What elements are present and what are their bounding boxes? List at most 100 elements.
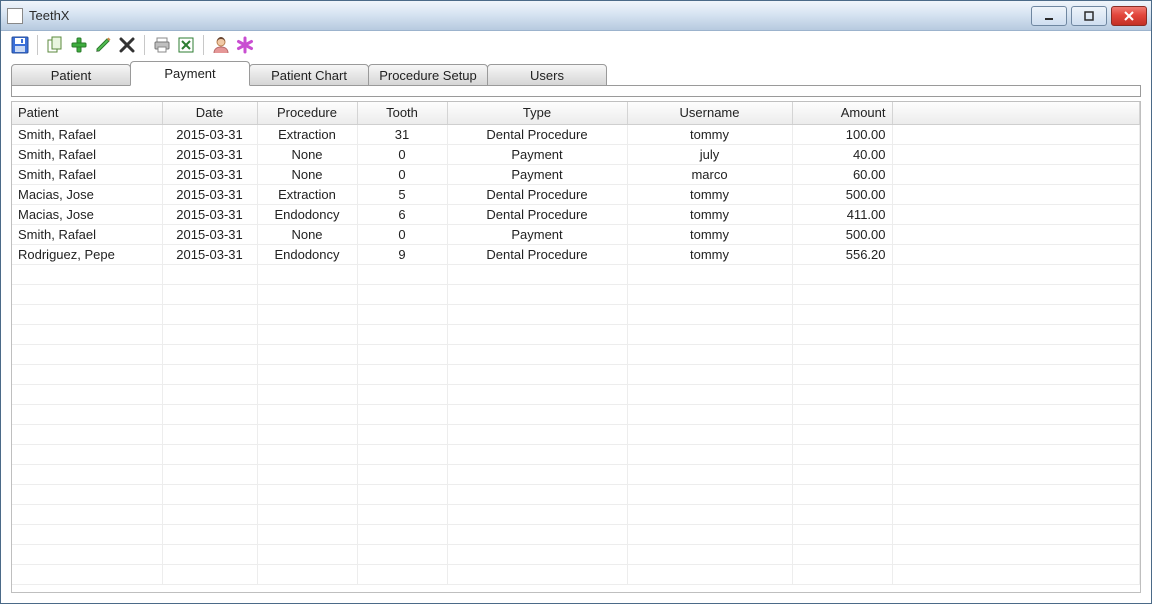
- table-row[interactable]: Rodriguez, Pepe2015-03-31Endodoncy9Denta…: [12, 244, 1140, 264]
- cell-amount: 500.00: [792, 224, 892, 244]
- cell-amount: 40.00: [792, 144, 892, 164]
- tab-content-top-box: [11, 85, 1141, 97]
- cell-type: Payment: [447, 224, 627, 244]
- data-table: Patient Date Procedure Tooth Type Userna…: [12, 102, 1140, 585]
- cell-patient: Smith, Rafael: [12, 224, 162, 244]
- header-text: Username: [680, 105, 740, 120]
- cell-procedure: None: [257, 164, 357, 184]
- col-header-type[interactable]: Type: [447, 102, 627, 124]
- table-row-empty: [12, 284, 1140, 304]
- col-header-date[interactable]: Date: [162, 102, 257, 124]
- user-button[interactable]: [210, 34, 232, 56]
- cell-date: 2015-03-31: [162, 144, 257, 164]
- maximize-icon: [1083, 10, 1095, 22]
- tab-label: Procedure Setup: [379, 68, 477, 83]
- cell-date: 2015-03-31: [162, 124, 257, 144]
- cell-patient: Smith, Rafael: [12, 164, 162, 184]
- x-icon: [118, 36, 136, 54]
- tab-label: Users: [530, 68, 564, 83]
- tab-payment[interactable]: Payment: [130, 61, 250, 86]
- tab-procedure-setup[interactable]: Procedure Setup: [368, 64, 488, 86]
- cell-type: Dental Procedure: [447, 184, 627, 204]
- col-header-tooth[interactable]: Tooth: [357, 102, 447, 124]
- table-row[interactable]: Macias, Jose2015-03-31Endodoncy6Dental P…: [12, 204, 1140, 224]
- cell-amount: 556.20: [792, 244, 892, 264]
- minimize-button[interactable]: [1031, 6, 1067, 26]
- cell-rest: [892, 124, 1140, 144]
- cell-patient: Macias, Jose: [12, 204, 162, 224]
- export-excel-button[interactable]: [175, 34, 197, 56]
- table-row[interactable]: Smith, Rafael2015-03-31None0Paymentjuly4…: [12, 144, 1140, 164]
- header-text: Type: [523, 105, 551, 120]
- cell-date: 2015-03-31: [162, 184, 257, 204]
- tab-patient-chart[interactable]: Patient Chart: [249, 64, 369, 86]
- col-header-amount[interactable]: Amount: [792, 102, 892, 124]
- cell-rest: [892, 164, 1140, 184]
- toolbar-separator: [37, 35, 38, 55]
- cell-procedure: None: [257, 224, 357, 244]
- cell-rest: [892, 184, 1140, 204]
- cell-rest: [892, 224, 1140, 244]
- save-button[interactable]: [9, 34, 31, 56]
- table-row-empty: [12, 564, 1140, 584]
- table-row-empty: [12, 444, 1140, 464]
- cell-type: Dental Procedure: [447, 204, 627, 224]
- cell-username: tommy: [627, 224, 792, 244]
- tab-patient[interactable]: Patient: [11, 64, 131, 86]
- add-button[interactable]: [68, 34, 90, 56]
- col-header-username[interactable]: Username: [627, 102, 792, 124]
- table-row-empty: [12, 344, 1140, 364]
- table-row[interactable]: Smith, Rafael2015-03-31Extraction31Denta…: [12, 124, 1140, 144]
- table-row-empty: [12, 404, 1140, 424]
- cell-tooth: 9: [357, 244, 447, 264]
- cell-rest: [892, 204, 1140, 224]
- header-text: Date: [196, 105, 223, 120]
- table-row[interactable]: Macias, Jose2015-03-31Extraction5Dental …: [12, 184, 1140, 204]
- tab-label: Patient Chart: [271, 68, 347, 83]
- col-header-procedure[interactable]: Procedure: [257, 102, 357, 124]
- tab-users[interactable]: Users: [487, 64, 607, 86]
- titlebar: TeethX: [1, 1, 1151, 31]
- col-header-patient[interactable]: Patient: [12, 102, 162, 124]
- cell-procedure: Extraction: [257, 124, 357, 144]
- cell-procedure: None: [257, 144, 357, 164]
- minimize-icon: [1043, 10, 1055, 22]
- table-row-empty: [12, 504, 1140, 524]
- header-text: Procedure: [277, 105, 337, 120]
- cell-patient: Smith, Rafael: [12, 124, 162, 144]
- cell-username: tommy: [627, 204, 792, 224]
- edit-button[interactable]: [92, 34, 114, 56]
- table-row[interactable]: Smith, Rafael2015-03-31None0Paymenttommy…: [12, 224, 1140, 244]
- cell-procedure: Endodoncy: [257, 244, 357, 264]
- toolbar: [1, 31, 1151, 59]
- cell-type: Payment: [447, 164, 627, 184]
- cell-amount: 100.00: [792, 124, 892, 144]
- cell-date: 2015-03-31: [162, 204, 257, 224]
- tabs-container: Patient Payment Patient Chart Procedure …: [1, 59, 1151, 97]
- delete-button[interactable]: [116, 34, 138, 56]
- copy-button[interactable]: [44, 34, 66, 56]
- maximize-button[interactable]: [1071, 6, 1107, 26]
- plus-icon: [70, 36, 88, 54]
- cell-amount: 60.00: [792, 164, 892, 184]
- window-title: TeethX: [29, 8, 1031, 23]
- cell-tooth: 31: [357, 124, 447, 144]
- table-row-empty: [12, 464, 1140, 484]
- close-button[interactable]: [1111, 6, 1147, 26]
- col-header-rest: [892, 102, 1140, 124]
- pencil-icon: [94, 36, 112, 54]
- table-row[interactable]: Smith, Rafael2015-03-31None0Paymentmarco…: [12, 164, 1140, 184]
- cell-patient: Macias, Jose: [12, 184, 162, 204]
- print-button[interactable]: [151, 34, 173, 56]
- cell-patient: Smith, Rafael: [12, 144, 162, 164]
- app-icon: [7, 8, 23, 24]
- app-window: TeethX: [0, 0, 1152, 604]
- payment-grid: Patient Date Procedure Tooth Type Userna…: [11, 101, 1141, 593]
- close-icon: [1123, 10, 1135, 22]
- cell-tooth: 6: [357, 204, 447, 224]
- cell-tooth: 5: [357, 184, 447, 204]
- tab-strip: Patient Payment Patient Chart Procedure …: [11, 59, 1141, 85]
- star-button[interactable]: [234, 34, 256, 56]
- table-row-empty: [12, 304, 1140, 324]
- header-text: Amount: [841, 105, 886, 120]
